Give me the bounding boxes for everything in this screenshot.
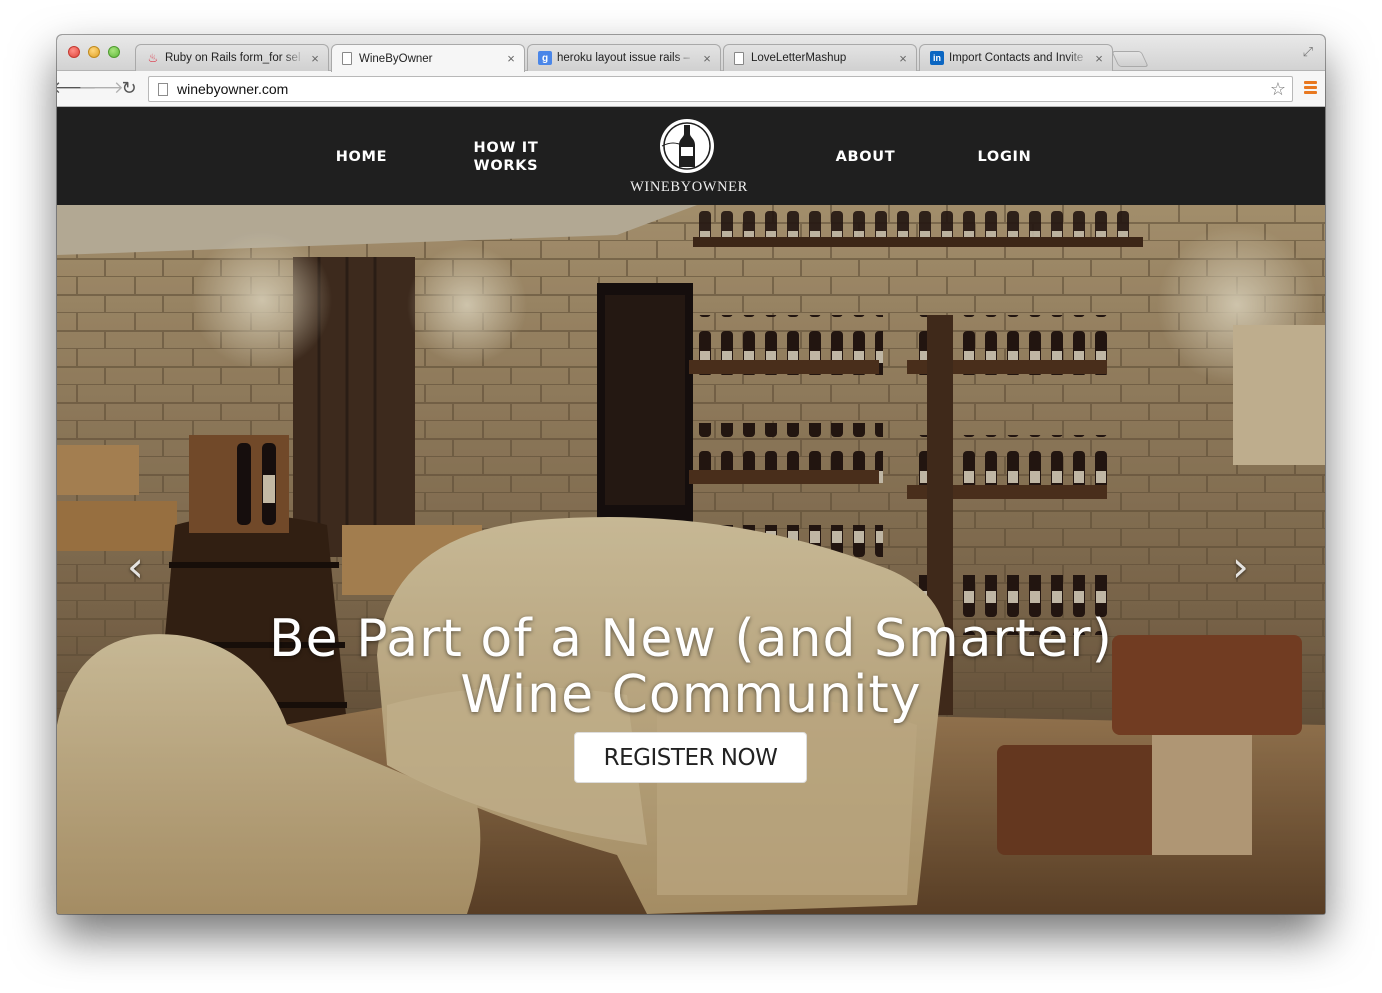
browser-window: ♨ Ruby on Rails form_for sel × WineByOwn… bbox=[57, 35, 1325, 914]
nav-how-it-works-link[interactable]: HOW IT WORKS bbox=[459, 139, 553, 175]
hero-headline-line2: Wine Community bbox=[460, 665, 922, 725]
bookmark-star-icon[interactable]: ☆ bbox=[1270, 79, 1286, 100]
tab-title: heroku layout issue rails – bbox=[557, 52, 690, 64]
tab-close-icon[interactable]: × bbox=[506, 51, 516, 66]
browser-tab[interactable]: in Import Contacts and Invite × bbox=[919, 44, 1113, 71]
google-icon: g bbox=[538, 51, 552, 65]
tab-title: LoveLetterMashup bbox=[751, 52, 847, 64]
window-maximize-button[interactable] bbox=[108, 46, 120, 58]
browser-tab[interactable]: g heroku layout issue rails – × bbox=[527, 44, 721, 71]
new-tab-button[interactable] bbox=[1111, 51, 1149, 67]
hero-carousel: ‹ › Be Part of a New (and Smarter) Wine … bbox=[57, 205, 1325, 914]
wine-cellar-photo bbox=[57, 205, 1325, 914]
nav-login-link[interactable]: LOGIN bbox=[962, 148, 1047, 166]
browser-tab[interactable]: LoveLetterMashup × bbox=[723, 44, 917, 71]
forward-arrow-icon[interactable]: 🡒 bbox=[78, 77, 124, 99]
register-now-button[interactable]: REGISTER NOW bbox=[574, 732, 807, 783]
tab-close-icon[interactable]: × bbox=[702, 51, 712, 66]
rails-icon: ♨ bbox=[147, 51, 159, 65]
browser-tab[interactable]: ♨ Ruby on Rails form_for sel × bbox=[135, 44, 329, 71]
carousel-prev-icon[interactable]: ‹ bbox=[127, 546, 144, 588]
address-bar[interactable]: winebyowner.com ☆ bbox=[148, 76, 1293, 102]
page-icon bbox=[342, 52, 352, 65]
reload-icon[interactable]: ↻ bbox=[118, 77, 140, 99]
nav-how-it-works-line1: HOW IT bbox=[473, 140, 539, 156]
page-icon bbox=[158, 82, 168, 96]
window-close-button[interactable] bbox=[68, 46, 80, 58]
nav-how-it-works-line2: WORKS bbox=[473, 158, 539, 174]
site-header: HOME HOW IT WORKS WINEBYOWNER ABOUT LOGI… bbox=[57, 107, 1325, 205]
hero-headline: Be Part of a New (and Smarter) Wine Comm… bbox=[57, 611, 1325, 723]
carousel-next-icon[interactable]: › bbox=[1232, 546, 1249, 588]
tab-close-icon[interactable]: × bbox=[1094, 51, 1104, 66]
browser-toolbar: 🡐 🡒 ↻ winebyowner.com ☆ bbox=[57, 71, 1325, 107]
wine-bottle-logo-icon bbox=[660, 119, 714, 173]
fullscreen-icon[interactable]: ⤢ bbox=[1303, 44, 1313, 60]
address-url: winebyowner.com bbox=[177, 81, 289, 97]
window-minimize-button[interactable] bbox=[88, 46, 100, 58]
tab-title: WineByOwner bbox=[359, 52, 433, 65]
nav-about-link[interactable]: ABOUT bbox=[823, 148, 908, 166]
logo-wordmark: WINEBYOWNER bbox=[630, 179, 748, 195]
tab-close-icon[interactable]: × bbox=[310, 51, 320, 66]
nav-home-link[interactable]: HOME bbox=[319, 148, 404, 166]
browser-menu-icon[interactable] bbox=[1304, 81, 1317, 96]
page-icon bbox=[734, 51, 744, 65]
page-viewport: HOME HOW IT WORKS WINEBYOWNER ABOUT LOGI… bbox=[57, 107, 1325, 914]
site-logo[interactable]: WINEBYOWNER bbox=[619, 117, 759, 197]
hero-headline-line1: Be Part of a New (and Smarter) bbox=[269, 609, 1113, 669]
tab-strip: ♨ Ruby on Rails form_for sel × WineByOwn… bbox=[57, 35, 1325, 72]
browser-tab-active[interactable]: WineByOwner × bbox=[331, 44, 525, 72]
tab-title: Import Contacts and Invite bbox=[949, 52, 1084, 64]
linkedin-icon: in bbox=[930, 51, 944, 65]
tab-close-icon[interactable]: × bbox=[898, 51, 908, 66]
tab-title: Ruby on Rails form_for sel bbox=[165, 52, 301, 64]
